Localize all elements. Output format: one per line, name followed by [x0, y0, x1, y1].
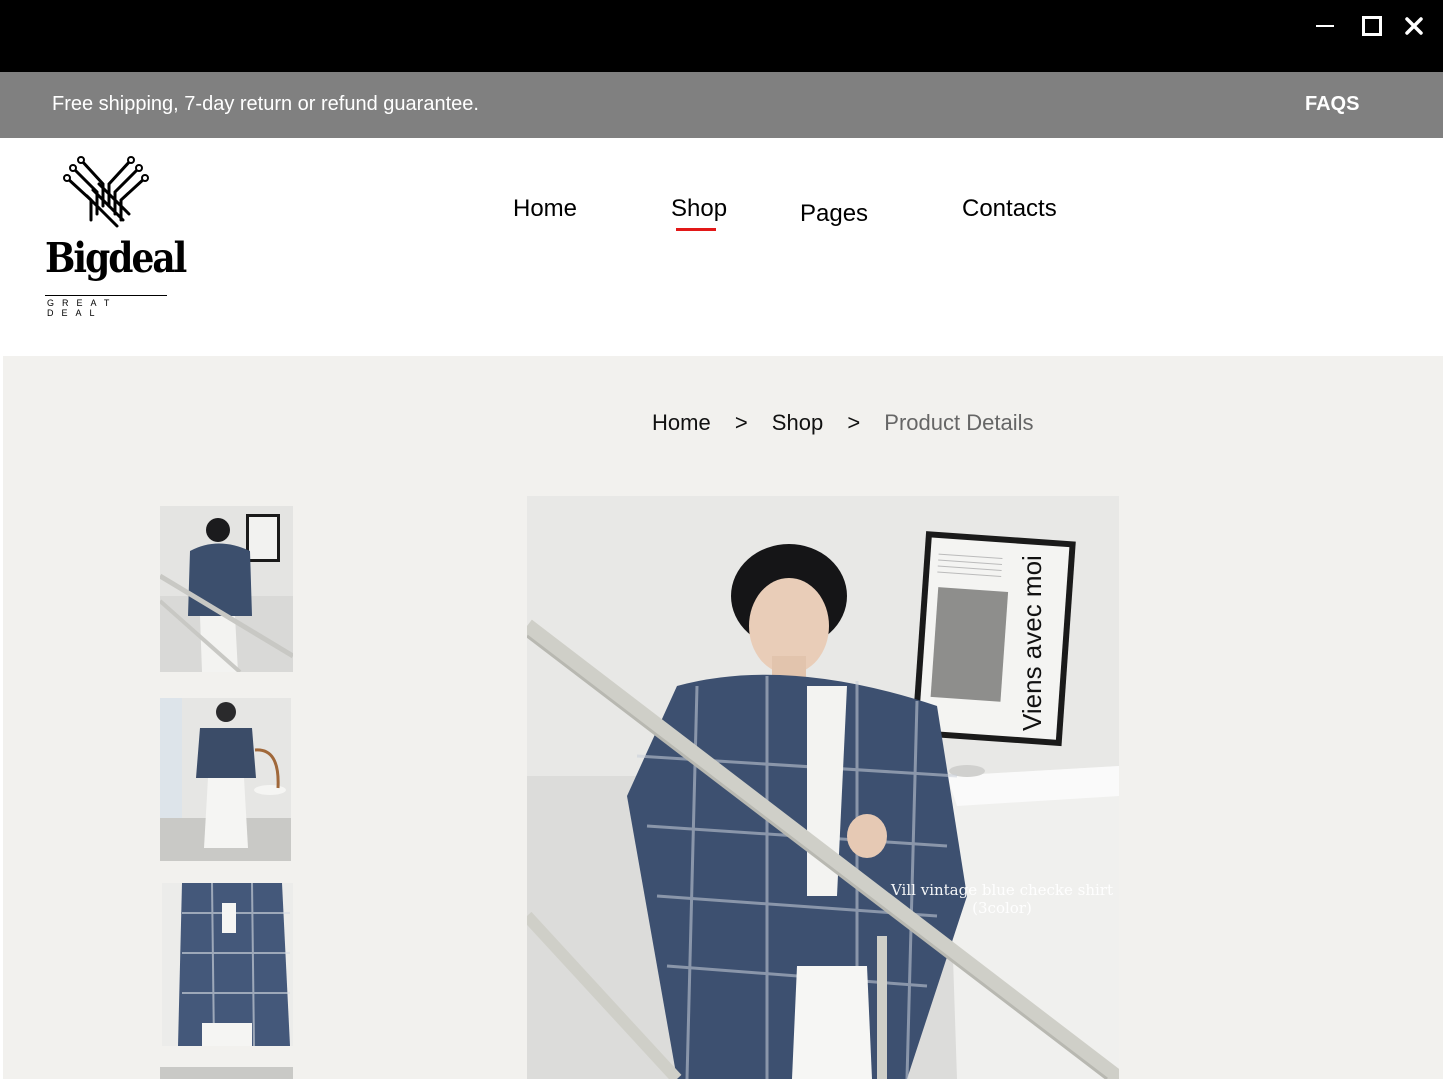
- nav-item-shop[interactable]: Shop: [671, 195, 727, 223]
- product-thumbnail-4[interactable]: [160, 1067, 293, 1079]
- product-thumbnail-3[interactable]: [162, 883, 293, 1046]
- breadcrumb-separator: >: [734, 410, 748, 435]
- announcement-bar: Free shipping, 7-day return or refund gu…: [0, 72, 1443, 138]
- active-nav-underline: [676, 228, 716, 231]
- breadcrumb: Home > Shop > Product Details: [652, 410, 1033, 436]
- product-main-image[interactable]: Viens avec moi Vill vintage blue checke …: [527, 496, 1119, 1079]
- breadcrumb-shop[interactable]: Shop: [772, 410, 823, 436]
- window-titlebar: [0, 0, 1443, 72]
- product-thumbnail-2[interactable]: [160, 698, 291, 861]
- caption-line-2: (3color): [972, 899, 1032, 917]
- nav-item-home[interactable]: Home: [513, 195, 577, 223]
- logo-tagline: GREAT DEAL: [47, 298, 118, 318]
- product-thumbnail-1[interactable]: [160, 506, 293, 672]
- nav-item-contacts[interactable]: Contacts: [962, 195, 1057, 223]
- breadcrumb-home[interactable]: Home: [652, 410, 711, 436]
- logo-divider: [45, 295, 167, 296]
- minimize-icon[interactable]: [1311, 12, 1339, 40]
- logo-wordmark: Bigdeal: [45, 234, 187, 283]
- poster-text: Viens avec moi: [1017, 555, 1047, 731]
- nav-item-pages[interactable]: Pages: [800, 200, 868, 228]
- maximize-icon[interactable]: [1358, 12, 1386, 40]
- site-logo[interactable]: Bigdeal GREAT DEAL: [43, 154, 187, 318]
- site-header: Bigdeal GREAT DEAL Home Shop Pages Conta…: [0, 138, 1443, 356]
- breadcrumb-separator: >: [847, 410, 861, 435]
- faqs-link[interactable]: FAQS: [1305, 93, 1359, 116]
- product-details-section: Home > Shop > Product Details Viens avec…: [3, 356, 1443, 1079]
- caption-line-1: Vill vintage blue checke shirt: [890, 881, 1113, 899]
- announcement-text: Free shipping, 7-day return or refund gu…: [52, 93, 479, 115]
- close-icon[interactable]: [1400, 12, 1428, 40]
- product-image-caption: Vill vintage blue checke shirt (3color): [887, 881, 1117, 917]
- breadcrumb-current: Product Details: [884, 410, 1034, 435]
- logo-emblem: [63, 156, 149, 228]
